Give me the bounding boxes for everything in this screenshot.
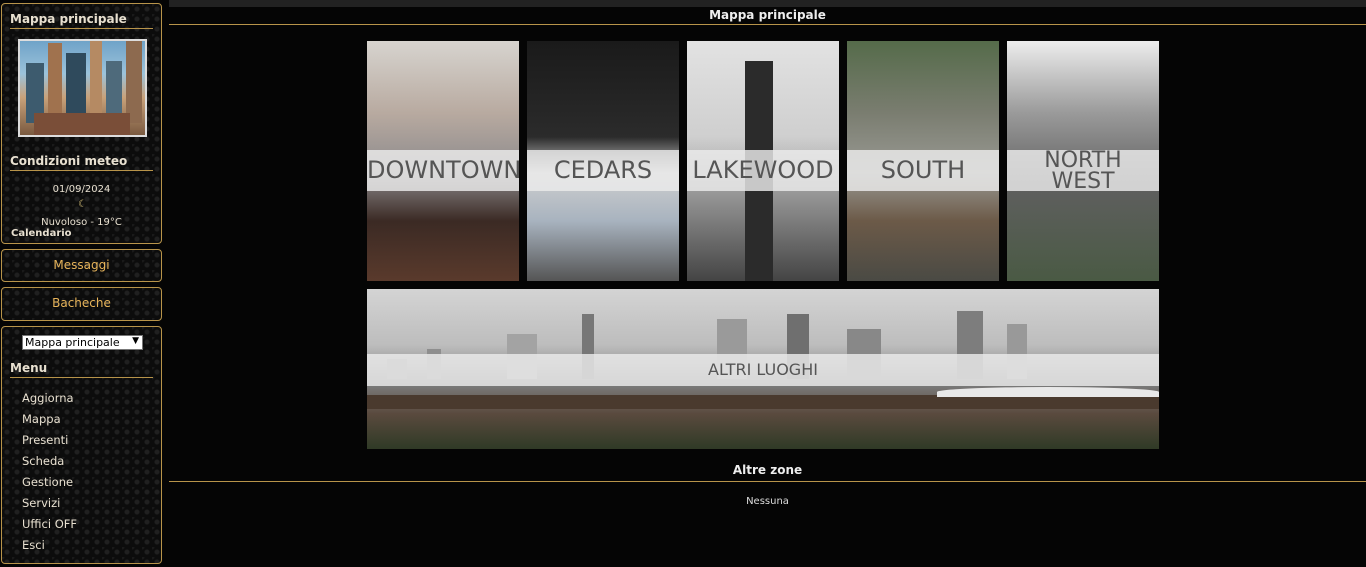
menu-panel: Mappa principale ▼ Menu Aggiorna Mappa P… — [1, 326, 162, 564]
map-tile-south[interactable]: SOUTH — [847, 41, 999, 281]
calendar-link[interactable]: Calendario — [11, 228, 72, 239]
menu-item-uffici-off[interactable]: Uffici OFF — [22, 517, 77, 538]
tile-label: DOWNTOWN — [367, 156, 519, 184]
messages-panel: Messaggi — [1, 249, 162, 282]
map-panel: Mappa principale Condizioni meteo 01/09/… — [1, 3, 162, 244]
map-tile-downtown[interactable]: DOWNTOWN — [367, 41, 519, 281]
map-tile-north-west[interactable]: NORTH WEST — [1007, 41, 1159, 281]
menu-item-aggiorna[interactable]: Aggiorna — [22, 391, 77, 412]
moon-icon: ☾ — [78, 199, 87, 210]
map-tile-altri-luoghi[interactable]: ALTRI LUOGHI — [367, 289, 1159, 449]
messages-link[interactable]: Messaggi — [2, 250, 161, 281]
menu-title: Menu — [10, 361, 153, 378]
weather-status: Nuvoloso - 19°C — [41, 217, 122, 228]
tile-label: CEDARS — [553, 156, 653, 184]
menu-item-servizi[interactable]: Servizi — [22, 496, 77, 517]
main-content: Mappa principale DOWNTOWN CEDARS LAKEWOO… — [169, 0, 1366, 567]
map-tile-lakewood[interactable]: LAKEWOOD — [687, 41, 839, 281]
tile-label: SOUTH — [880, 156, 966, 184]
top-bar — [169, 0, 1366, 7]
other-zones-title: Altre zone — [169, 463, 1366, 482]
boards-panel: Bacheche — [1, 287, 162, 321]
map-grid: DOWNTOWN CEDARS LAKEWOOD SOUTH NORTH WES… — [367, 41, 1159, 449]
map-thumbnail[interactable] — [18, 39, 147, 137]
chevron-down-icon: ▼ — [132, 336, 139, 346]
menu-item-scheda[interactable]: Scheda — [22, 454, 77, 475]
other-zones-value: Nessuna — [746, 496, 789, 507]
tile-label-line2: WEST — [1051, 169, 1115, 194]
page-title: Mappa principale — [169, 7, 1366, 25]
tile-label: ALTRI LUOGHI — [708, 360, 818, 379]
map-select[interactable]: Mappa principale ▼ — [22, 335, 143, 350]
sidebar: Mappa principale Condizioni meteo 01/09/… — [0, 0, 165, 567]
menu-item-mappa[interactable]: Mappa — [22, 412, 77, 433]
menu-item-esci[interactable]: Esci — [22, 538, 77, 559]
map-select-value: Mappa principale — [25, 336, 120, 349]
menu-item-presenti[interactable]: Presenti — [22, 433, 77, 454]
map-panel-title: Mappa principale — [10, 12, 153, 29]
menu-list: Aggiorna Mappa Presenti Scheda Gestione … — [22, 391, 77, 559]
boards-link[interactable]: Bacheche — [2, 288, 161, 319]
map-tile-cedars[interactable]: CEDARS — [527, 41, 679, 281]
tile-label: LAKEWOOD — [692, 156, 834, 184]
menu-item-gestione[interactable]: Gestione — [22, 475, 77, 496]
weather-date: 01/09/2024 — [52, 184, 111, 195]
tile-label-line1: NORTH — [1044, 148, 1122, 173]
meteo-title: Condizioni meteo — [10, 154, 153, 171]
